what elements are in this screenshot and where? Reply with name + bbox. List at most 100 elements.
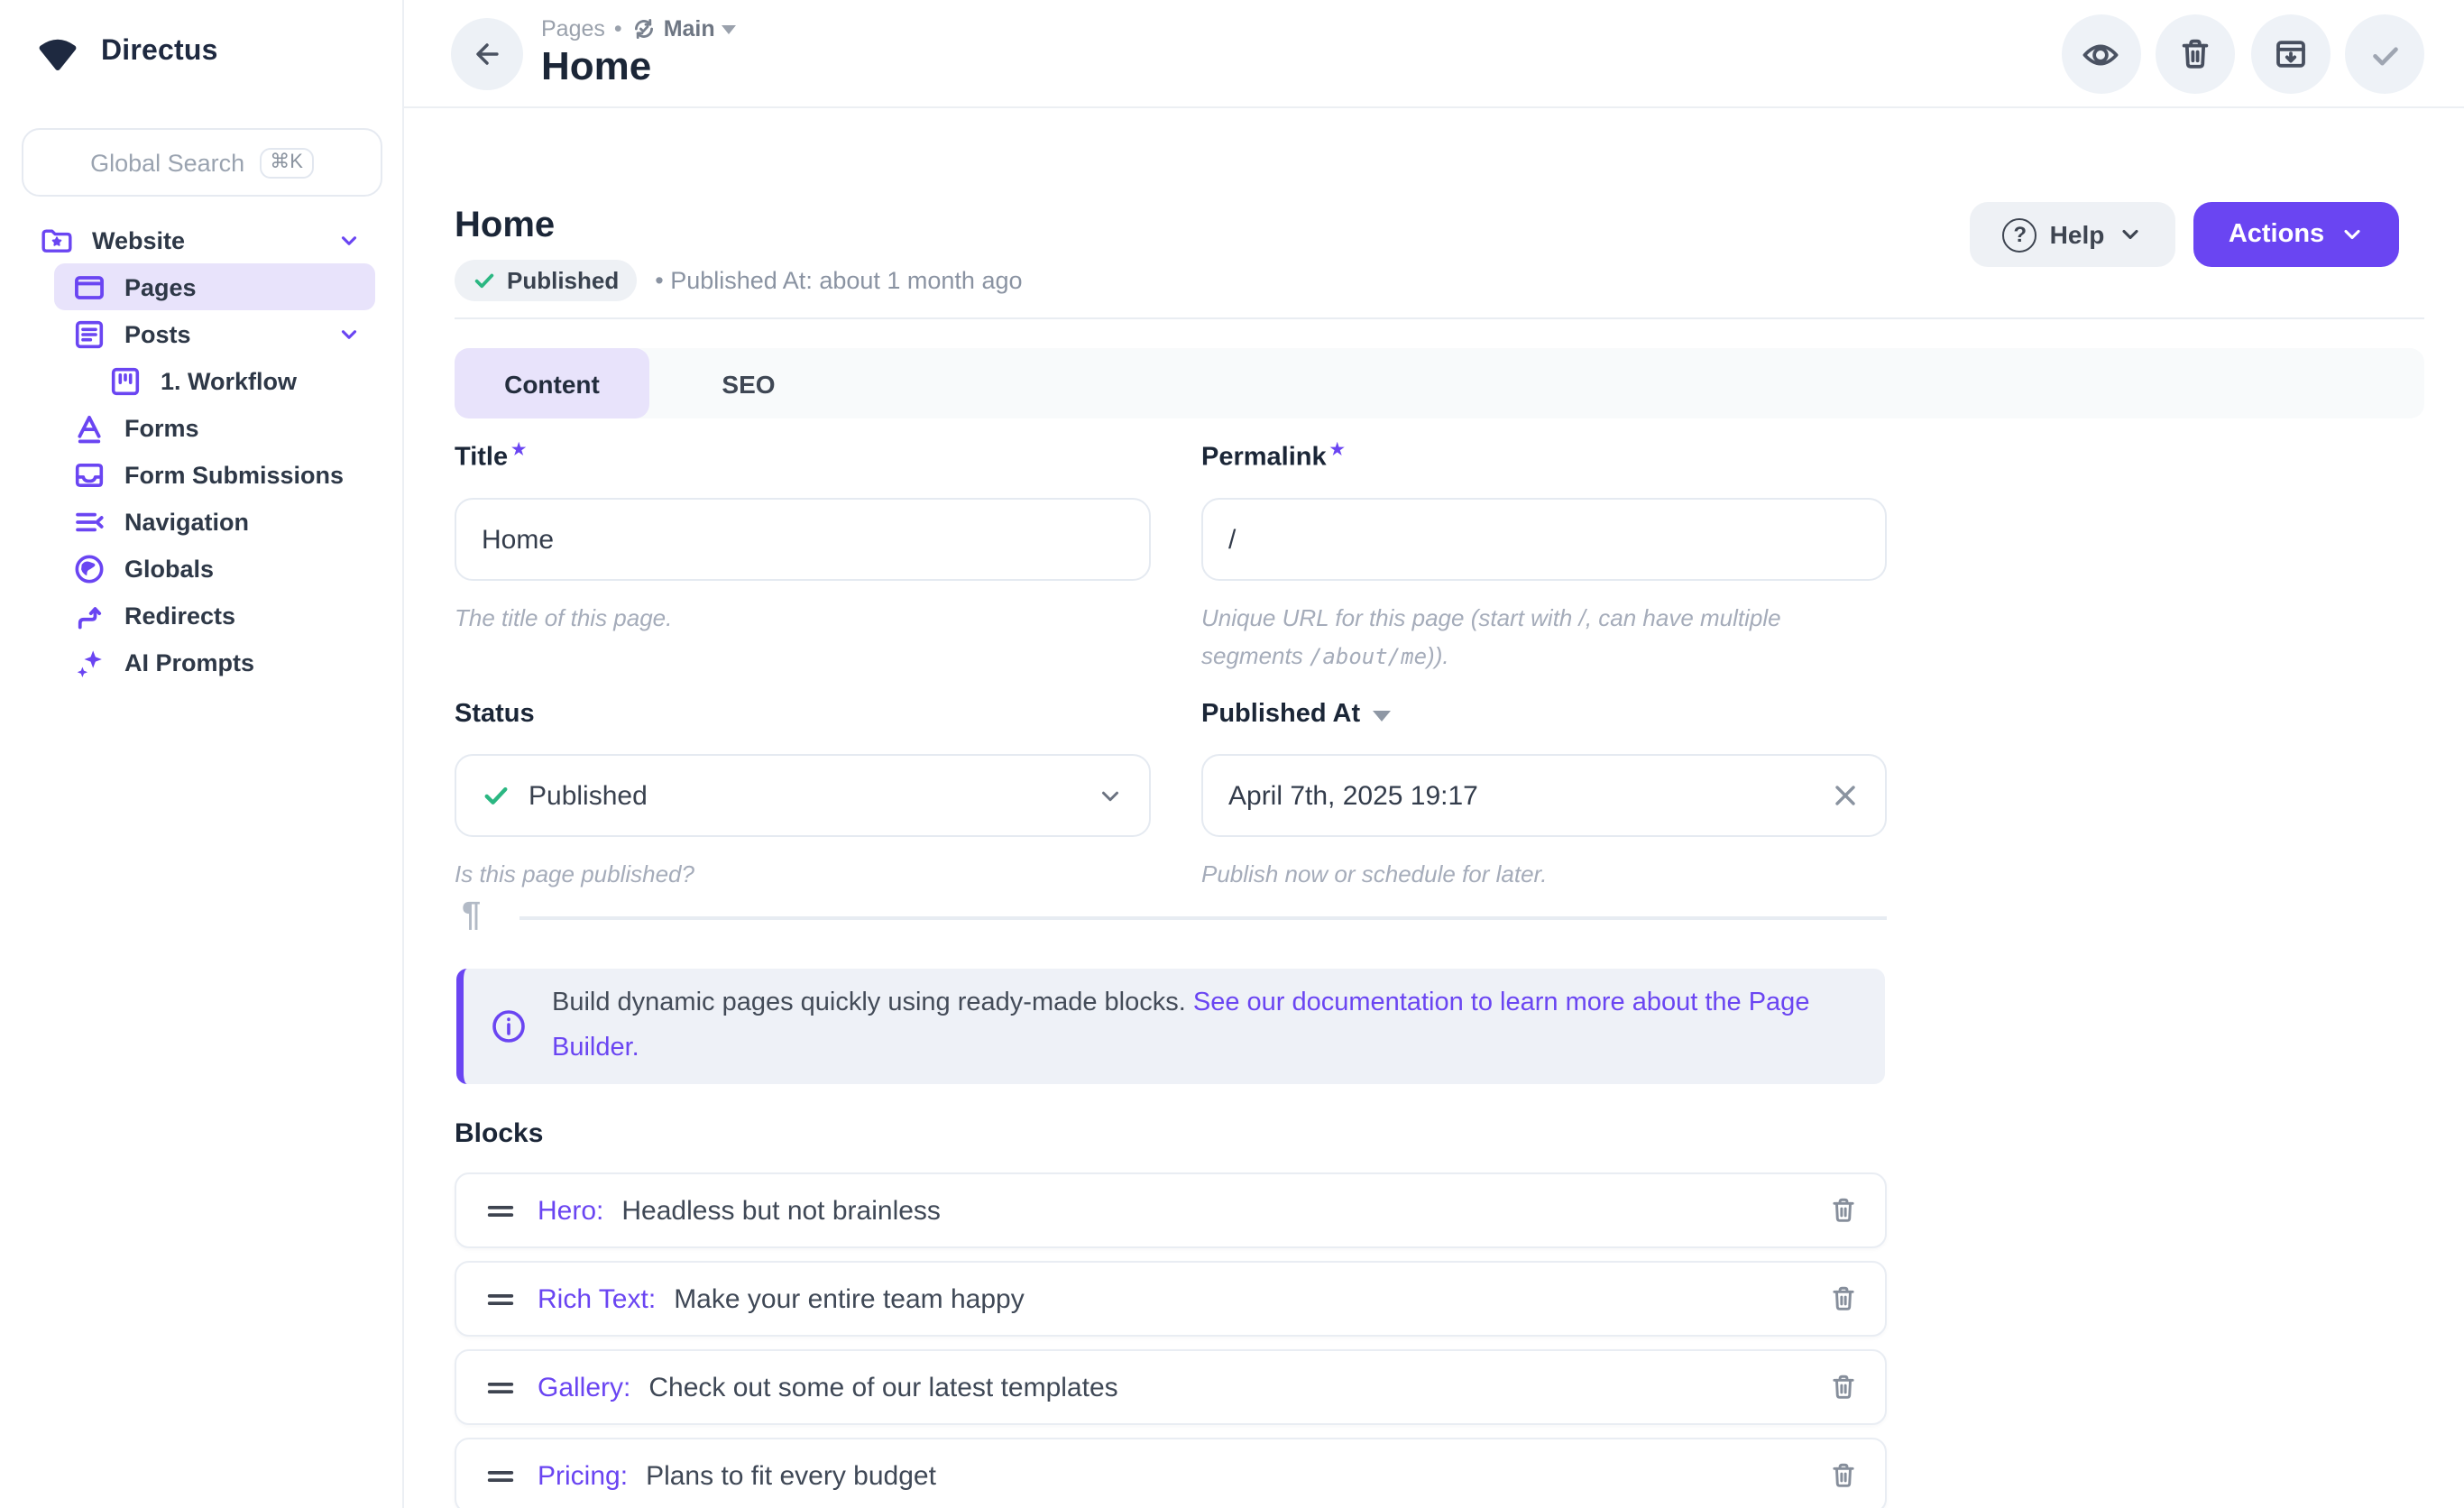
block-type-label[interactable]: Hero: <box>538 1195 603 1226</box>
archive-button[interactable] <box>2250 14 2330 94</box>
page-title: Home <box>455 206 555 247</box>
sidebar-item-ai-prompts[interactable]: AI Prompts <box>54 639 375 685</box>
sidebar-item-label: Pages <box>124 273 197 300</box>
chevron-down-icon <box>1097 782 1124 809</box>
drag-handle-icon[interactable] <box>485 1283 516 1314</box>
required-star-icon: ★ <box>511 440 526 458</box>
tab-seo[interactable]: SEO <box>649 348 848 418</box>
block-row-pricing[interactable]: Pricing: Plans to fit every budget <box>455 1438 1887 1508</box>
tab-label: Content <box>504 369 600 398</box>
version-label: Main <box>664 16 715 41</box>
redirect-arrow-icon <box>72 598 106 632</box>
global-search-input[interactable]: Global Search ⌘K <box>22 128 382 197</box>
sidebar-item-label: AI Prompts <box>124 648 254 676</box>
main-content: Home Published • Published At: about 1 m… <box>404 108 2464 1508</box>
permalink-note: Unique URL for this page (start with /, … <box>1201 599 1887 676</box>
sidebar-item-forms[interactable]: Forms <box>54 404 375 451</box>
drag-handle-icon[interactable] <box>485 1372 516 1402</box>
chevron-down-icon[interactable] <box>337 322 361 345</box>
help-button-label: Help <box>2050 220 2105 249</box>
delete-button[interactable] <box>2156 14 2235 94</box>
sidebar-item-website[interactable]: Website <box>40 216 375 263</box>
sidebar-item-label: Form Submissions <box>124 461 344 488</box>
caret-down-icon[interactable] <box>1373 711 1391 722</box>
drag-handle-icon[interactable] <box>485 1460 516 1491</box>
tab-label: SEO <box>722 369 775 398</box>
breadcrumb-separator: • <box>614 16 622 41</box>
sidebar-item-form-submissions[interactable]: Form Submissions <box>54 451 375 498</box>
sidebar: Directus Global Search ⌘K Website <box>0 0 404 1508</box>
inbox-icon <box>72 457 106 492</box>
title-field-label: Title★ <box>455 440 526 473</box>
permalink-input[interactable] <box>1228 524 1860 555</box>
preview-button[interactable] <box>2061 14 2140 94</box>
sidebar-item-posts[interactable]: Posts <box>54 310 375 357</box>
check-icon <box>482 781 510 810</box>
archive-icon <box>2270 34 2310 74</box>
window-icon <box>72 270 106 304</box>
status-badge: Published <box>455 260 637 301</box>
block-row-gallery[interactable]: Gallery: Check out some of our latest te… <box>455 1349 1887 1425</box>
trash-icon[interactable] <box>1827 1283 1860 1315</box>
check-icon <box>2364 33 2405 75</box>
kanban-icon <box>108 363 143 398</box>
clear-icon[interactable] <box>1831 781 1860 810</box>
sidebar-item-label: Globals <box>124 555 214 582</box>
back-button[interactable] <box>451 18 523 90</box>
banner-text: Build dynamic pages quickly using ready-… <box>552 981 1815 1071</box>
blocks-heading: Blocks <box>455 1118 543 1149</box>
directus-app: Directus Global Search ⌘K Website <box>0 0 2464 1508</box>
version-menu[interactable]: Main <box>631 16 737 41</box>
info-banner: Build dynamic pages quickly using ready-… <box>456 969 1885 1084</box>
sidebar-item-label: Posts <box>124 320 191 347</box>
trash-icon[interactable] <box>1827 1371 1860 1403</box>
folder-star-icon <box>40 223 74 257</box>
sidebar-item-navigation[interactable]: Navigation <box>54 498 375 545</box>
sidebar-item-label: Redirects <box>124 602 235 629</box>
sidebar-item-pages[interactable]: Pages <box>54 263 375 310</box>
block-type-label[interactable]: Gallery: <box>538 1372 630 1402</box>
block-type-label[interactable]: Rich Text: <box>538 1283 656 1314</box>
published-at-input[interactable]: April 7th, 2025 19:17 <box>1201 754 1887 837</box>
sparkles-icon <box>72 645 106 679</box>
help-button[interactable]: Help <box>1970 202 2175 267</box>
published-meta: • Published At: about 1 month ago <box>655 267 1022 294</box>
status-field-label: Status <box>455 700 535 729</box>
block-title: Plans to fit every budget <box>646 1460 936 1491</box>
block-title: Make your entire team happy <box>674 1283 1025 1314</box>
top-action-buttons <box>2061 14 2424 94</box>
block-row-hero[interactable]: Hero: Headless but not brainless <box>455 1172 1887 1248</box>
block-row-rich-text[interactable]: Rich Text: Make your entire team happy <box>455 1261 1887 1337</box>
save-button[interactable] <box>2345 14 2424 94</box>
actions-button[interactable]: Actions <box>2193 202 2399 267</box>
chevron-down-icon[interactable] <box>337 228 361 252</box>
published-at-note: Publish now or schedule for later. <box>1201 855 1547 893</box>
block-type-label[interactable]: Pricing: <box>538 1460 628 1491</box>
tab-strip: Content SEO <box>455 348 2424 418</box>
section-divider <box>519 916 1887 919</box>
eye-icon <box>2080 33 2121 75</box>
sidebar-item-label: Navigation <box>124 508 249 535</box>
brand-name: Directus <box>101 36 218 69</box>
letter-a-icon <box>72 410 106 445</box>
title-input[interactable] <box>482 524 1124 555</box>
arrow-left-icon <box>469 36 505 72</box>
top-bar: Pages • Main Home <box>404 0 2464 108</box>
status-select-value: Published <box>529 780 648 811</box>
block-title: Headless but not brainless <box>621 1195 941 1226</box>
status-row: Published • Published At: about 1 month … <box>455 260 1023 301</box>
title-input-wrap <box>455 498 1151 581</box>
status-select[interactable]: Published <box>455 754 1151 837</box>
sidebar-item-globals[interactable]: Globals <box>54 545 375 592</box>
help-icon <box>2003 217 2037 252</box>
brand-logo[interactable]: Directus <box>36 32 218 72</box>
trash-icon[interactable] <box>1827 1459 1860 1492</box>
tab-content[interactable]: Content <box>455 348 649 418</box>
breadcrumb-collection[interactable]: Pages <box>541 16 605 41</box>
drag-handle-icon[interactable] <box>485 1195 516 1226</box>
trash-icon[interactable] <box>1827 1194 1860 1227</box>
title-note: The title of this page. <box>455 599 672 637</box>
sidebar-item-redirects[interactable]: Redirects <box>54 592 375 639</box>
sidebar-item-workflow[interactable]: 1. Workflow <box>54 357 375 404</box>
status-note: Is this page published? <box>455 855 694 893</box>
